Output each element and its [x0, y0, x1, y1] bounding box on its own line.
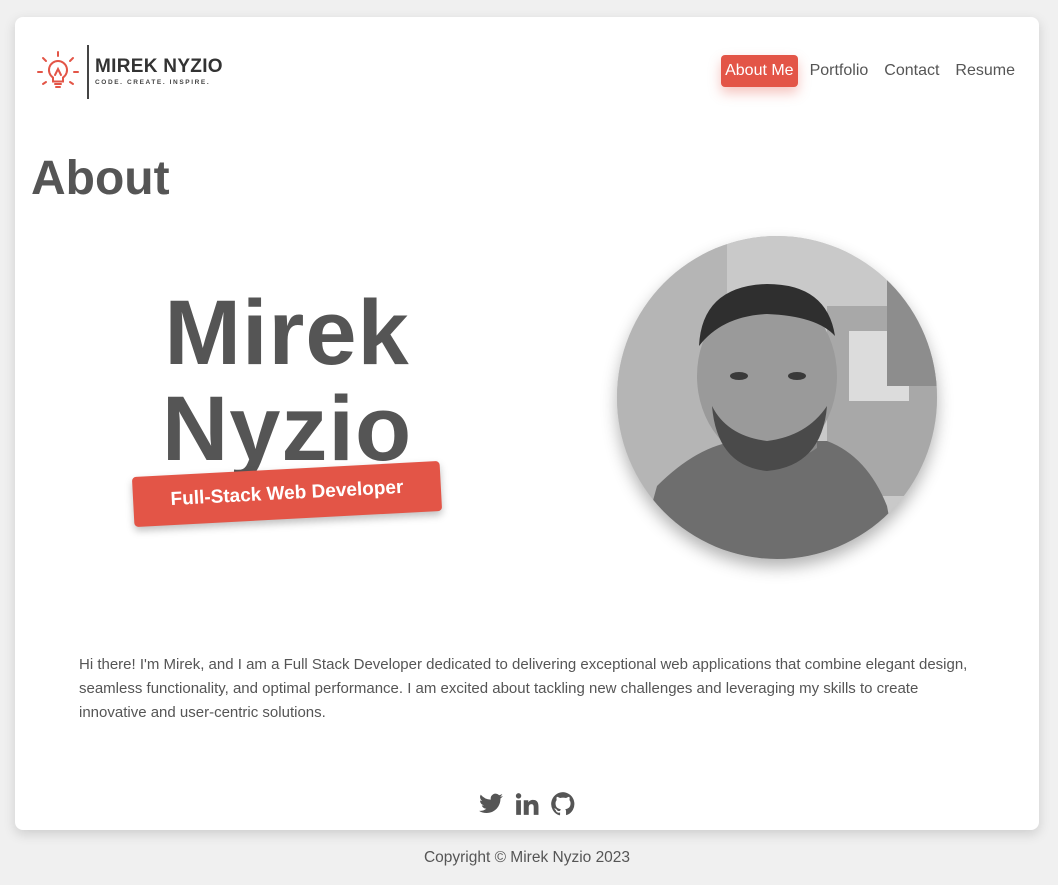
github-icon[interactable] — [550, 791, 576, 817]
nav-about-me[interactable]: About Me — [721, 55, 798, 87]
lightbulb-icon — [37, 51, 79, 88]
page-title: About — [31, 152, 170, 205]
bio-text: Hi there! I'm Mirek, and I am a Full Sta… — [79, 656, 968, 721]
profile-photo — [617, 236, 937, 559]
portrait-image — [617, 236, 937, 559]
social-links — [478, 791, 576, 817]
linkedin-icon[interactable] — [514, 791, 540, 817]
nav-contact[interactable]: Contact — [878, 55, 943, 87]
nav-portfolio[interactable]: Portfolio — [804, 55, 873, 87]
main-nav: About Me Portfolio Contact Resume — [721, 55, 1019, 87]
logo-divider — [87, 45, 89, 99]
footer-copyright: Copyright © Mirek Nyzio 2023 — [423, 849, 631, 866]
nav-resume[interactable]: Resume — [949, 55, 1019, 87]
site-logo[interactable]: MIREK NYZIO CODE. CREATE. INSPIRE. — [35, 45, 223, 99]
hero-name: Mirek Nyzio — [127, 285, 447, 477]
twitter-icon[interactable] — [478, 791, 504, 817]
hero-first-name: Mirek — [164, 282, 410, 384]
logo-tagline: CODE. CREATE. INSPIRE. — [95, 79, 211, 86]
logo-name: MIREK NYZIO — [95, 56, 223, 77]
main-card: MIREK NYZIO CODE. CREATE. INSPIRE. About… — [15, 17, 1039, 830]
